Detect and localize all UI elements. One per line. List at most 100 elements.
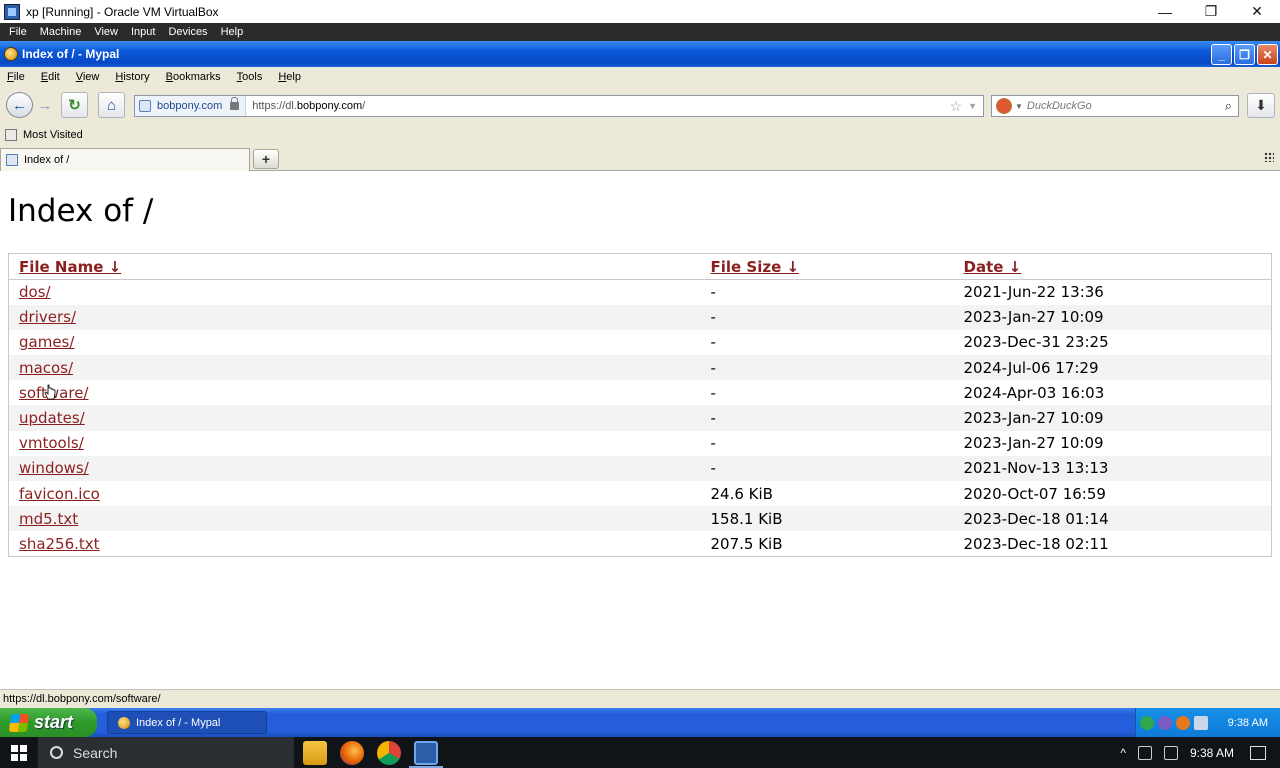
table-row: vmtools/ - 2023-Jan-27 10:09 [9, 431, 1272, 456]
file-size-cell: - [710, 383, 716, 402]
host-menu-file[interactable]: File [9, 26, 27, 38]
restore-button[interactable]: ❐ [1188, 0, 1234, 23]
virtualbox-icon [4, 3, 20, 20]
site-identity-label: bobpony.com [157, 100, 223, 112]
list-all-tabs-icon[interactable] [1264, 152, 1274, 162]
mypal-icon [118, 716, 130, 729]
menu-file[interactable]: File [7, 71, 25, 83]
url-bar[interactable]: bobpony.com https://dl.bobpony.com/ ☆ ▼ [134, 95, 984, 117]
status-bar: https://dl.bobpony.com/software/ [0, 689, 1280, 708]
file-link[interactable]: sha256.txt [19, 535, 100, 553]
tab-index[interactable]: Index of / [0, 148, 250, 171]
browser-maximize-button[interactable]: ❐ [1234, 44, 1255, 65]
duckduckgo-icon[interactable] [996, 98, 1012, 114]
col-file-name: File Name ↓ [8, 253, 701, 280]
sort-file-name-link[interactable]: File Name ↓ [19, 258, 121, 276]
file-link[interactable]: dos/ [19, 283, 51, 301]
firefox-icon[interactable] [340, 741, 364, 765]
lock-icon [230, 97, 240, 110]
xp-start-button[interactable]: start [0, 708, 97, 737]
file-link[interactable]: md5.txt [19, 510, 78, 528]
url-domain: bobpony.com [296, 100, 363, 112]
file-size-cell: - [700, 455, 954, 481]
xp-clock[interactable]: 9:38 AM [1228, 717, 1268, 729]
action-center-icon[interactable] [1250, 745, 1266, 760]
windows-start-button[interactable] [0, 737, 38, 768]
show-hidden-icons-icon[interactable]: ^ [1120, 746, 1126, 760]
search-icon[interactable]: ⌕ [1225, 98, 1232, 114]
taskbar-item-mypal[interactable]: Index of / - Mypal [107, 711, 267, 734]
volume-muted-icon[interactable] [1163, 745, 1178, 760]
chrome-icon[interactable] [377, 741, 401, 765]
utorrent-tray-icon[interactable] [1140, 715, 1154, 730]
host-menu-input[interactable]: Input [131, 26, 155, 38]
network-icon[interactable] [1137, 745, 1152, 760]
search-bar[interactable]: ▼ DuckDuckGo ⌕ [991, 95, 1239, 117]
host-menu-view[interactable]: View [94, 26, 118, 38]
url-text[interactable]: https://dl.bobpony.com/ [252, 100, 949, 112]
windows-logo-icon [11, 744, 27, 761]
menu-bookmarks[interactable]: Bookmarks [166, 71, 221, 83]
browser-menu-bar: File Edit View History Bookmarks Tools H… [0, 67, 1280, 87]
file-name-cell: updates/ [8, 405, 701, 431]
start-label: start [34, 712, 74, 732]
file-date-cell: 2020-Oct-07 16:59 [963, 484, 1106, 503]
new-tab-button[interactable]: + [253, 149, 279, 169]
reload-button[interactable]: ↻ [61, 92, 88, 118]
home-button[interactable]: ⌂ [98, 92, 125, 118]
host-window-controls: — ❐ ✕ [1142, 0, 1280, 23]
downloads-button[interactable]: ⬇ [1247, 93, 1275, 118]
browser-close-button[interactable]: ✕ [1257, 44, 1278, 65]
host-system-tray: ^ 9:38 AM [1120, 737, 1280, 768]
table-row: macos/ -2024-Jul-06 17:29 [8, 355, 1272, 381]
file-size-cell: - [700, 405, 954, 431]
host-title-bar: xp [Running] - Oracle VM VirtualBox — ❐ … [0, 0, 1280, 23]
host-menu-devices[interactable]: Devices [168, 26, 207, 38]
taskbar-item-label: Index of / - Mypal [136, 716, 221, 729]
plus-icon: + [261, 151, 271, 167]
bookmarks-toolbar: Most Visited [0, 124, 1280, 146]
file-link[interactable]: updates/ [19, 409, 85, 427]
forward-button[interactable]: → [35, 92, 55, 118]
file-link[interactable]: macos/ [19, 359, 73, 377]
host-menu-machine[interactable]: Machine [40, 26, 82, 38]
site-identity-button[interactable]: bobpony.com [135, 96, 247, 116]
taskbar-search-box[interactable]: Search [38, 737, 294, 768]
bookmark-most-visited[interactable]: Most Visited [23, 129, 83, 141]
file-link[interactable]: favicon.ico [19, 485, 100, 503]
menu-view[interactable]: View [76, 71, 100, 83]
file-date-cell: 2024-Apr-03 16:03 [963, 383, 1105, 402]
file-size-cell: 207.5 KiB [710, 534, 783, 553]
file-link[interactable]: drivers/ [19, 308, 76, 326]
file-link[interactable]: vmtools/ [19, 434, 84, 452]
bookmark-folder-icon [5, 129, 17, 141]
host-menu-help[interactable]: Help [221, 26, 244, 38]
file-explorer-icon[interactable] [303, 741, 327, 765]
menu-tools[interactable]: Tools [237, 71, 263, 83]
menu-edit[interactable]: Edit [41, 71, 60, 83]
virtualbox-taskbar-icon[interactable] [414, 741, 438, 765]
host-clock[interactable]: 9:38 AM [1190, 746, 1234, 760]
sort-file-size-link[interactable]: File Size ↓ [711, 258, 800, 276]
bookmark-star-icon[interactable]: ☆ [950, 98, 963, 115]
page-icon [6, 154, 18, 166]
minimize-button[interactable]: — [1142, 0, 1188, 23]
mypal-icon [4, 47, 18, 61]
menu-history[interactable]: History [115, 71, 149, 83]
tray-app-icon[interactable] [1158, 715, 1172, 730]
host-window-title: xp [Running] - Oracle VM VirtualBox [26, 4, 219, 19]
url-dropdown-icon[interactable]: ▼ [968, 101, 977, 111]
back-button[interactable]: ← [6, 92, 33, 118]
network-tray-icon[interactable] [1194, 715, 1208, 730]
tray-g-icon[interactable] [1176, 715, 1190, 730]
file-name-cell: games/ [9, 330, 701, 355]
file-name-cell: windows/ [8, 455, 701, 481]
file-link[interactable]: games/ [19, 333, 74, 351]
close-button[interactable]: ✕ [1234, 0, 1280, 23]
table-row: favicon.ico 24.6 KiB 2020-Oct-07 16:59 [9, 481, 1272, 506]
sort-date-link[interactable]: Date ↓ [964, 258, 1022, 276]
menu-help[interactable]: Help [278, 71, 301, 83]
browser-minimize-button[interactable]: _ [1211, 44, 1232, 65]
search-engine-dropdown-icon[interactable]: ▼ [1015, 102, 1023, 111]
file-link[interactable]: windows/ [19, 459, 89, 477]
